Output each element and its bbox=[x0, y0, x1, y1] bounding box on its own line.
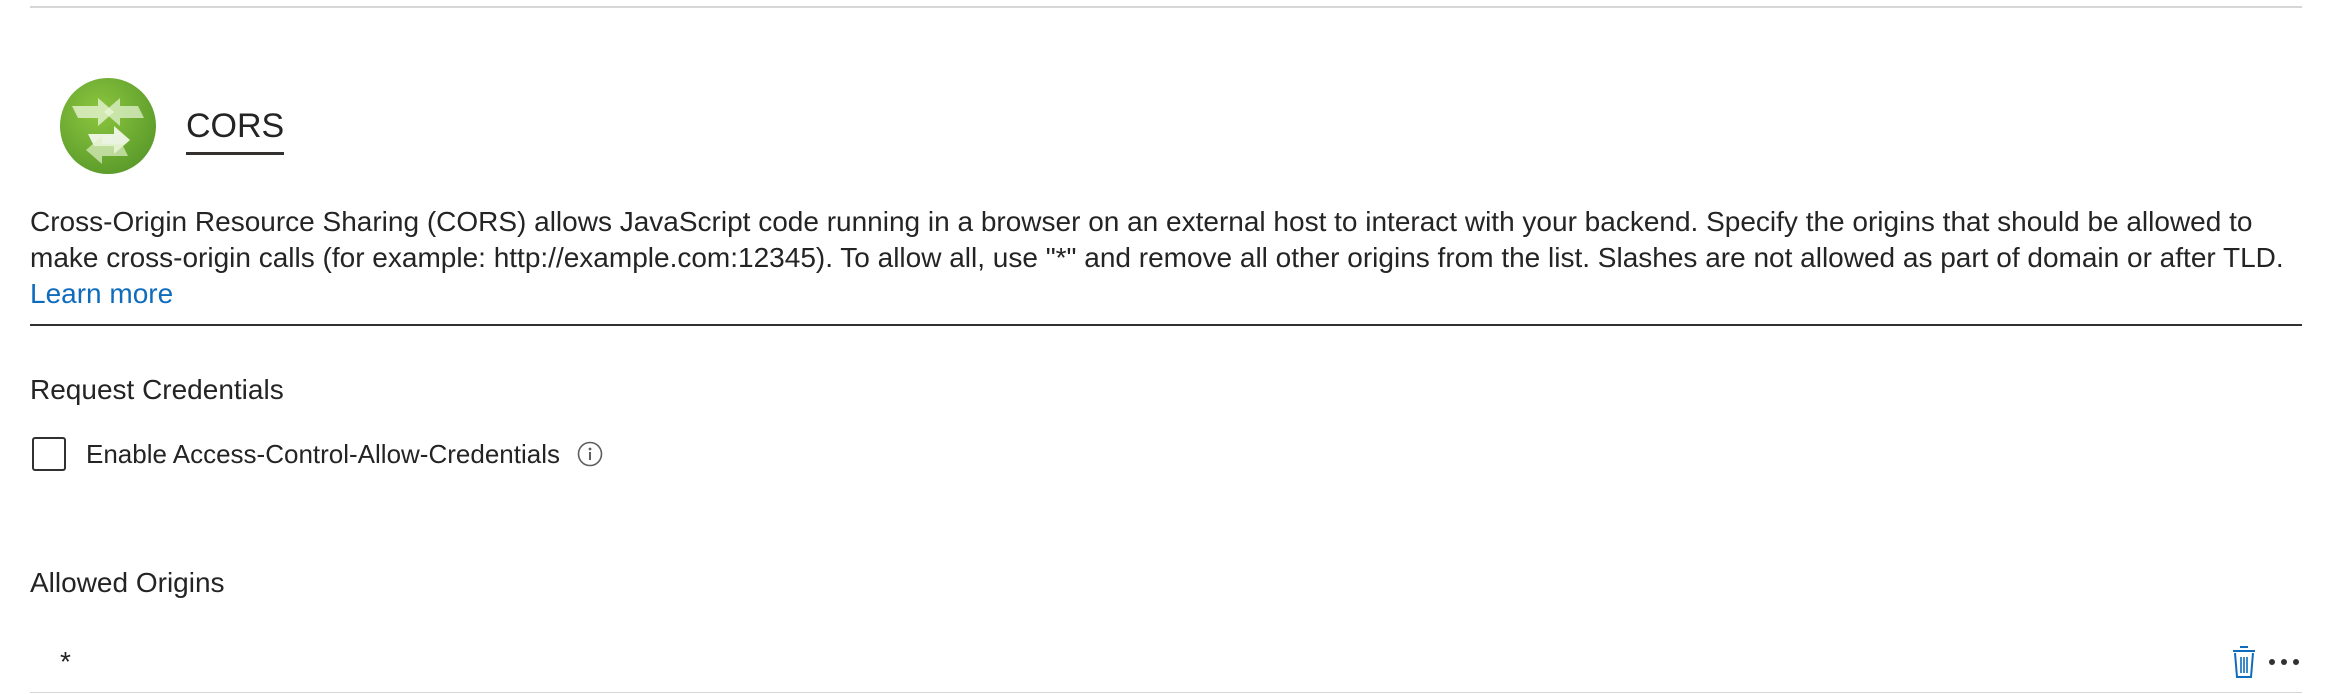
ellipsis-icon[interactable] bbox=[2266, 644, 2302, 680]
section-title: CORS bbox=[186, 106, 285, 155]
info-icon[interactable] bbox=[576, 440, 604, 468]
allowed-origins-label: Allowed Origins bbox=[30, 567, 225, 598]
origin-value[interactable]: * bbox=[60, 644, 71, 680]
section-header: CORS bbox=[58, 76, 285, 176]
top-divider bbox=[30, 6, 2302, 8]
origin-row[interactable]: * bbox=[30, 640, 2302, 693]
credentials-row: Enable Access-Control-Allow-Credentials bbox=[32, 437, 604, 471]
description-divider bbox=[30, 324, 2302, 326]
enable-credentials-checkbox[interactable] bbox=[32, 437, 66, 471]
learn-more-link[interactable]: Learn more bbox=[30, 278, 173, 309]
cors-arrows-icon bbox=[60, 78, 156, 174]
cors-description: Cross-Origin Resource Sharing (CORS) all… bbox=[30, 204, 2310, 312]
cors-settings-page: CORS Cross-Origin Resource Sharing (CORS… bbox=[0, 0, 2326, 694]
enable-credentials-label[interactable]: Enable Access-Control-Allow-Credentials bbox=[86, 437, 560, 471]
request-credentials-label: Request Credentials bbox=[30, 374, 284, 405]
trash-icon[interactable] bbox=[2228, 644, 2260, 680]
description-text: Cross-Origin Resource Sharing (CORS) all… bbox=[30, 206, 2284, 273]
